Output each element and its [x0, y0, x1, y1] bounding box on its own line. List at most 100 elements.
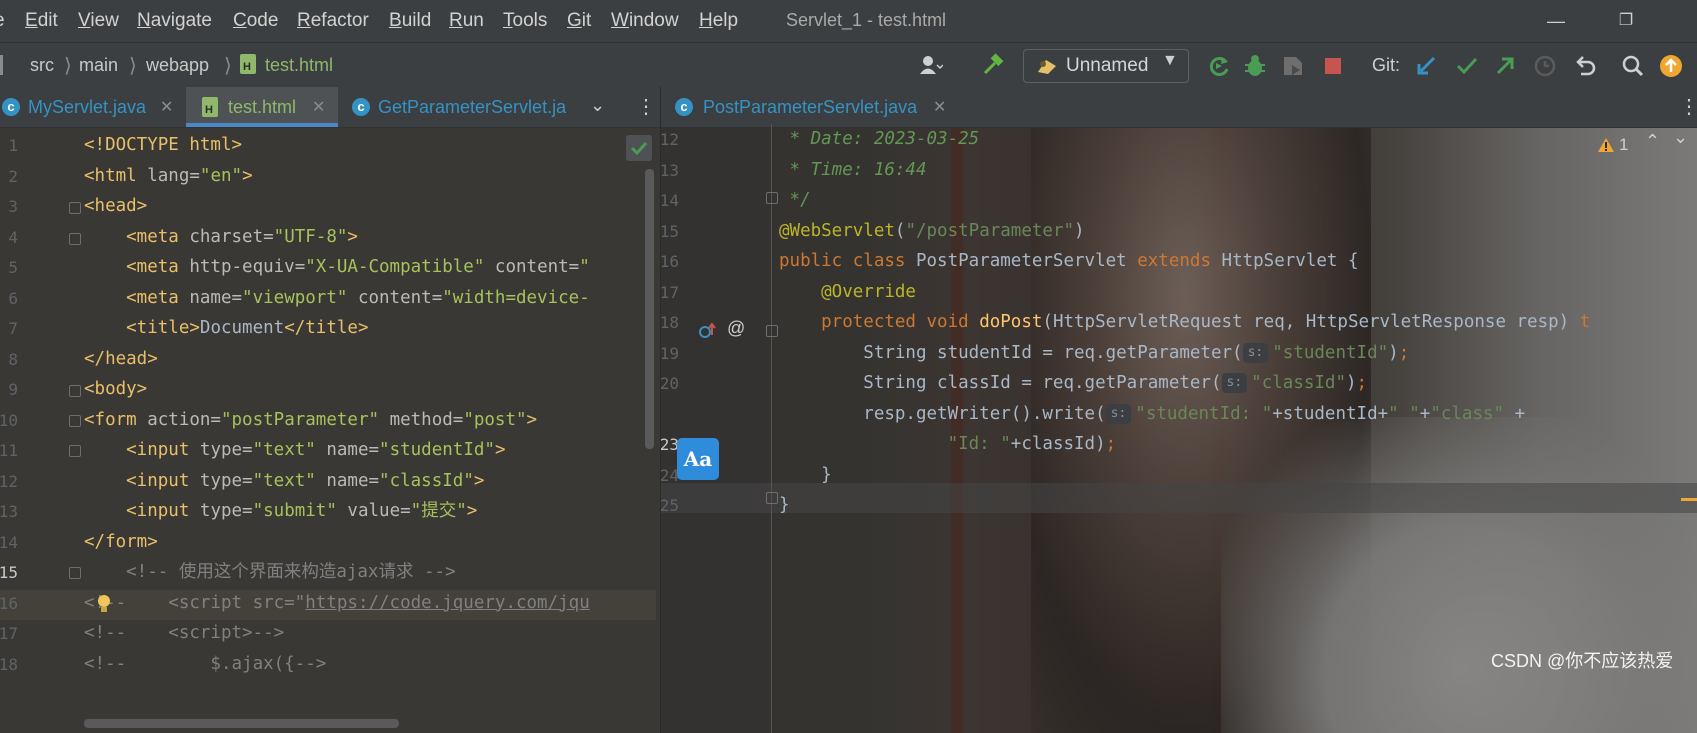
git-push-icon[interactable]	[1492, 53, 1518, 79]
rollback-icon[interactable]	[1572, 53, 1598, 79]
chevron-right-icon: ⟩	[224, 55, 232, 77]
vertical-scrollbar[interactable]	[645, 169, 654, 449]
fold-marker-icon[interactable]	[69, 445, 81, 457]
tab-postparameterservlet[interactable]: c PostParameterServlet.java ✕	[661, 87, 951, 127]
close-icon[interactable]: ✕	[312, 97, 325, 117]
code-token: )	[1388, 342, 1399, 363]
code-token: "postParameter"	[220, 409, 380, 430]
code-line: <head>	[84, 191, 147, 221]
fold-marker-icon[interactable]	[69, 567, 81, 579]
annotation-marker-icon[interactable]: @	[727, 318, 745, 339]
menu-item-7[interactable]: Run	[449, 10, 484, 32]
breadcrumb-src[interactable]: src	[30, 55, 54, 76]
code-token: "submit"	[252, 501, 337, 521]
code-token: "en"	[199, 165, 243, 186]
fold-marker-icon[interactable]	[766, 492, 778, 504]
minimize-icon[interactable]: —	[1543, 8, 1569, 34]
breadcrumb-main[interactable]: main	[79, 55, 118, 76]
close-icon[interactable]: ✕	[933, 97, 946, 117]
code-token: )	[1074, 220, 1085, 241]
code-token: <!-- <script>-->	[84, 623, 285, 643]
implements-method-icon[interactable]	[697, 321, 719, 341]
fold-marker-icon[interactable]	[766, 325, 778, 337]
code-token: }	[779, 464, 832, 485]
code-line: <!-- 使用这个界面来构造ajax请求 -->	[84, 557, 455, 587]
menu-item-5[interactable]: Refactor	[297, 10, 369, 32]
search-icon[interactable]	[1620, 53, 1646, 79]
fold-marker-icon[interactable]	[69, 385, 81, 397]
run-configuration-dropdown[interactable]: Unnamed ▼	[1023, 49, 1189, 83]
line-number: 18	[661, 313, 679, 332]
line-number: 17	[661, 282, 679, 302]
lightbulb-icon[interactable]	[96, 593, 112, 615]
tab-myservlet[interactable]: c MyServlet.java ✕	[0, 87, 184, 127]
menu-item-4[interactable]: Code	[233, 10, 278, 32]
right-code-area[interactable]: * Date: 2023-03-25 * Time: 16:44 */ @WebS…	[779, 124, 1697, 733]
stop-icon[interactable]	[1320, 53, 1346, 79]
menu-item-6[interactable]: Build	[389, 10, 431, 32]
menu-item-11[interactable]: Help	[699, 10, 738, 32]
menu-item-9[interactable]: Git	[567, 10, 591, 32]
active-tab-underline	[186, 123, 338, 127]
more-options-icon[interactable]: ⋮	[1679, 94, 1697, 119]
tab-test-html[interactable]: H test.html ✕	[186, 87, 338, 127]
fold-marker-icon[interactable]	[69, 233, 81, 245]
hammer-icon[interactable]	[980, 53, 1006, 79]
fold-marker-icon[interactable]	[766, 192, 778, 204]
git-label: Git:	[1372, 55, 1401, 75]
fold-marker-icon[interactable]	[69, 202, 81, 214]
chevron-down-icon[interactable]: ⌄	[590, 95, 605, 116]
ide-update-icon[interactable]	[1658, 53, 1684, 79]
more-options-icon[interactable]: ⋮	[636, 94, 656, 119]
warning-icon[interactable]	[1597, 137, 1615, 153]
tab-getparameterservlet[interactable]: c GetParameterServlet.ja	[340, 87, 580, 127]
menu-item-2[interactable]: View	[78, 10, 119, 32]
code-token: ;	[1398, 342, 1410, 363]
breadcrumb-webapp[interactable]: webapp	[146, 55, 209, 76]
chevron-right-icon: ⟩	[129, 55, 137, 77]
left-code-area[interactable]: <!DOCTYPE html> <html lang="en"> <head> <m…	[84, 130, 656, 733]
code-token: http-equiv=	[189, 257, 306, 277]
coverage-icon[interactable]	[1280, 53, 1306, 79]
chevron-down-icon: ▼	[1162, 52, 1178, 69]
restore-icon[interactable]: ❐	[1613, 8, 1639, 34]
chevron-up-icon[interactable]: ⌃	[1645, 131, 1660, 152]
right-editor-pane: c PostParameterServlet.java ✕ ⋮ 12 13 14 15…	[661, 87, 1697, 733]
line-number: 16	[0, 593, 18, 613]
menu-item-10[interactable]: Window	[611, 10, 679, 32]
git-update-icon[interactable]	[1414, 53, 1440, 79]
debug-icon[interactable]	[1242, 53, 1268, 79]
code-token: "X-UA-Compatible"	[305, 257, 485, 277]
html-file-icon: H	[202, 97, 218, 117]
history-icon[interactable]	[1532, 53, 1558, 79]
rerun-icon[interactable]	[1206, 53, 1232, 79]
horizontal-scrollbar[interactable]	[84, 719, 399, 728]
code-token: type=	[199, 470, 253, 491]
code-line: </form>	[84, 527, 158, 557]
code-token: +classId)	[1010, 434, 1106, 454]
line-number: 11	[0, 441, 18, 460]
menu-item-3[interactable]: Navigate	[137, 10, 212, 32]
menu-item-0[interactable]: e	[0, 10, 5, 32]
menu-item-1[interactable]: Edit	[25, 10, 58, 32]
breadcrumb-file[interactable]: test.html	[265, 55, 333, 76]
git-commit-icon[interactable]	[1454, 53, 1480, 79]
code-line: <meta http-equiv="X-UA-Compatible" conte…	[84, 252, 590, 282]
code-token: "studentId"	[379, 440, 495, 460]
inspection-ok-icon[interactable]	[626, 135, 652, 161]
code-token: <meta	[84, 287, 190, 308]
code-token: >	[526, 409, 538, 430]
code-token: HttpServlet {	[1221, 251, 1359, 271]
code-token: " "	[1388, 403, 1420, 424]
chevron-down-icon[interactable]: ⌄	[1673, 127, 1688, 148]
code-token: >	[347, 226, 358, 247]
code-token: method=	[379, 409, 464, 430]
close-icon[interactable]: ✕	[160, 97, 173, 117]
code-token: >	[494, 440, 506, 460]
code-token: <!-- <script src="	[84, 592, 306, 613]
fold-marker-icon[interactable]	[69, 415, 81, 427]
menu-item-8[interactable]: Tools	[503, 10, 547, 32]
user-icon[interactable]	[917, 53, 943, 79]
code-token: (	[894, 220, 906, 241]
text-style-button[interactable]: Aa	[677, 438, 719, 480]
